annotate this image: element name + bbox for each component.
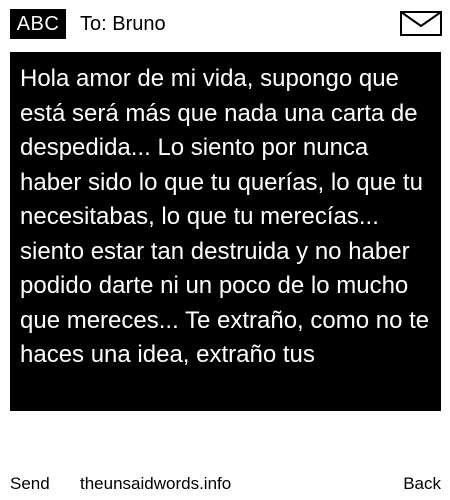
website-label: theunsaidwords.info: [80, 474, 232, 493]
compose-header: ABC To: Bruno: [0, 0, 450, 46]
message-body[interactable]: Hola amor de mi vida, supongo que está s…: [10, 52, 441, 411]
message-text: Hola amor de mi vida, supongo que está s…: [20, 65, 430, 368]
back-button[interactable]: Back: [403, 470, 441, 498]
recipient-label[interactable]: To: Bruno: [80, 9, 166, 39]
send-button[interactable]: Send: [10, 470, 50, 498]
softkey-bar: Send theunsaidwords.info Back: [0, 470, 450, 498]
input-mode-badge[interactable]: ABC: [10, 9, 66, 39]
envelope-icon: [400, 11, 442, 36]
